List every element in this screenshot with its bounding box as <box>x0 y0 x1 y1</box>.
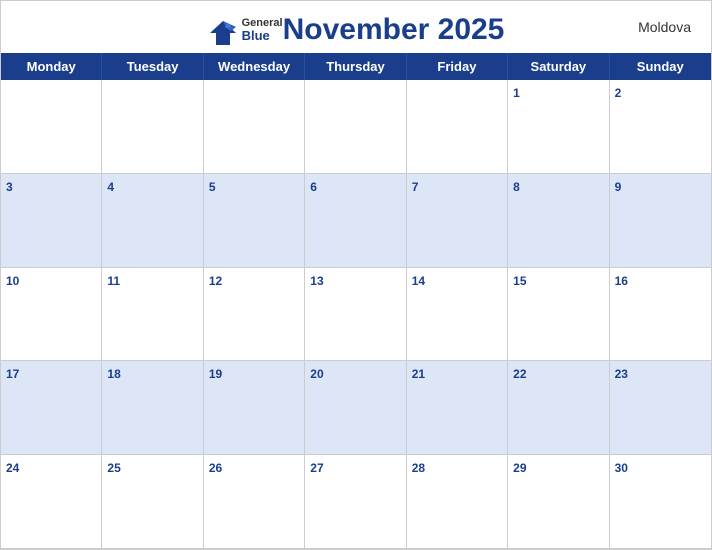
date-number: 10 <box>6 274 19 288</box>
day-saturday: Saturday <box>508 53 609 80</box>
date-number: 27 <box>310 461 323 475</box>
calendar-cell: 17 <box>1 361 102 455</box>
calendar-cell: 26 <box>204 455 305 549</box>
date-number: 8 <box>513 180 520 194</box>
date-number: 11 <box>107 274 120 288</box>
calendar-cell <box>204 80 305 174</box>
logo-text: General Blue <box>242 17 283 43</box>
calendar-cell: 6 <box>305 174 406 268</box>
calendar-title: November 2025 <box>283 13 505 47</box>
calendar-cell: 4 <box>102 174 203 268</box>
calendar-cell: 14 <box>407 268 508 362</box>
date-number: 20 <box>310 367 323 381</box>
date-number: 13 <box>310 274 323 288</box>
date-number: 16 <box>615 274 628 288</box>
calendar-cell: 20 <box>305 361 406 455</box>
date-number: 25 <box>107 461 120 475</box>
calendar-cell: 18 <box>102 361 203 455</box>
calendar-header: General Blue November 2025 Moldova <box>1 1 711 53</box>
calendar-cell: 10 <box>1 268 102 362</box>
calendar-cell: 2 <box>610 80 711 174</box>
days-header: Monday Tuesday Wednesday Thursday Friday… <box>1 53 711 80</box>
date-number: 26 <box>209 461 222 475</box>
calendar-cell: 27 <box>305 455 406 549</box>
calendar-cell: 21 <box>407 361 508 455</box>
date-number: 18 <box>107 367 120 381</box>
day-tuesday: Tuesday <box>102 53 203 80</box>
calendar-cell <box>1 80 102 174</box>
date-number: 28 <box>412 461 425 475</box>
calendar-cell <box>407 80 508 174</box>
date-number: 12 <box>209 274 222 288</box>
calendar-cell: 16 <box>610 268 711 362</box>
date-number: 7 <box>412 180 419 194</box>
date-number: 30 <box>615 461 628 475</box>
day-monday: Monday <box>1 53 102 80</box>
calendar-cell: 15 <box>508 268 609 362</box>
calendar-cell: 13 <box>305 268 406 362</box>
calendar-cell <box>305 80 406 174</box>
day-friday: Friday <box>407 53 508 80</box>
calendar-cell: 5 <box>204 174 305 268</box>
date-number: 2 <box>615 86 622 100</box>
date-number: 3 <box>6 180 13 194</box>
logo-blue-text: Blue <box>242 29 283 43</box>
calendar-cell: 9 <box>610 174 711 268</box>
calendar-cell <box>102 80 203 174</box>
date-number: 24 <box>6 461 19 475</box>
calendar-wrapper: General Blue November 2025 Moldova Monda… <box>0 0 712 550</box>
calendar-cell: 22 <box>508 361 609 455</box>
date-number: 23 <box>615 367 628 381</box>
date-number: 22 <box>513 367 526 381</box>
day-thursday: Thursday <box>305 53 406 80</box>
date-number: 9 <box>615 180 622 194</box>
date-number: 14 <box>412 274 425 288</box>
calendar-cell: 28 <box>407 455 508 549</box>
calendar-cell: 30 <box>610 455 711 549</box>
country-label: Moldova <box>638 19 691 35</box>
date-number: 29 <box>513 461 526 475</box>
date-number: 17 <box>6 367 19 381</box>
day-sunday: Sunday <box>610 53 711 80</box>
logo-bird-icon <box>208 19 238 41</box>
calendar-cell: 23 <box>610 361 711 455</box>
calendar-cell: 3 <box>1 174 102 268</box>
calendar-cell: 8 <box>508 174 609 268</box>
date-number: 19 <box>209 367 222 381</box>
date-number: 21 <box>412 367 425 381</box>
logo: General Blue <box>208 17 283 43</box>
calendar-cell: 12 <box>204 268 305 362</box>
calendar-cell: 24 <box>1 455 102 549</box>
day-wednesday: Wednesday <box>204 53 305 80</box>
date-number: 4 <box>107 180 114 194</box>
calendar-cell: 19 <box>204 361 305 455</box>
date-number: 6 <box>310 180 317 194</box>
calendar-cell: 29 <box>508 455 609 549</box>
calendar-cell: 1 <box>508 80 609 174</box>
calendar-cell: 7 <box>407 174 508 268</box>
date-number: 15 <box>513 274 526 288</box>
calendar-cell: 11 <box>102 268 203 362</box>
calendar-cell: 25 <box>102 455 203 549</box>
calendar-grid: 1234567891011121314151617181920212223242… <box>1 80 711 549</box>
date-number: 1 <box>513 86 520 100</box>
date-number: 5 <box>209 180 216 194</box>
